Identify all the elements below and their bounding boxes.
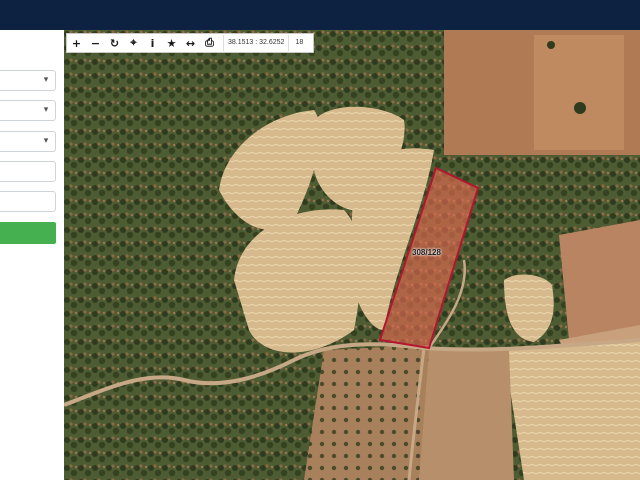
search-panel: ▾ ▾ ▾	[0, 30, 64, 480]
zoom-out-icon[interactable]: −	[86, 34, 105, 52]
search-button[interactable]	[0, 222, 56, 244]
zoom-level-readout: 18	[295, 39, 304, 46]
block-number-input[interactable]	[0, 161, 56, 182]
parcel-label: 308/128	[412, 248, 441, 257]
parcel-number-input[interactable]	[0, 191, 56, 212]
print-icon[interactable]: ⎙	[200, 34, 219, 52]
locate-icon[interactable]: ⌖	[124, 34, 143, 52]
measure-icon[interactable]: ↔	[181, 34, 200, 52]
chevron-down-icon: ▾	[43, 75, 49, 85]
info-icon[interactable]: i	[143, 34, 162, 52]
neighborhood-select[interactable]: ▾	[0, 131, 56, 152]
chevron-down-icon: ▾	[43, 136, 49, 146]
favorite-icon[interactable]: ★	[162, 34, 181, 52]
zoom-in-icon[interactable]: +	[67, 34, 86, 52]
satellite-map[interactable]: 308/128	[64, 30, 640, 480]
coordinates-readout: 38.1513 : 32.6252	[223, 35, 290, 51]
province-select[interactable]: ▾	[0, 70, 56, 91]
top-navigation-bar	[0, 0, 640, 30]
map-toolbar: + − ↻ ⌖ i ★ ↔ ⎙ 38.1513 : 32.6252 18	[66, 33, 314, 53]
district-select[interactable]: ▾	[0, 100, 56, 121]
refresh-icon[interactable]: ↻	[105, 34, 124, 52]
satellite-imagery	[64, 30, 640, 480]
chevron-down-icon: ▾	[43, 105, 49, 115]
